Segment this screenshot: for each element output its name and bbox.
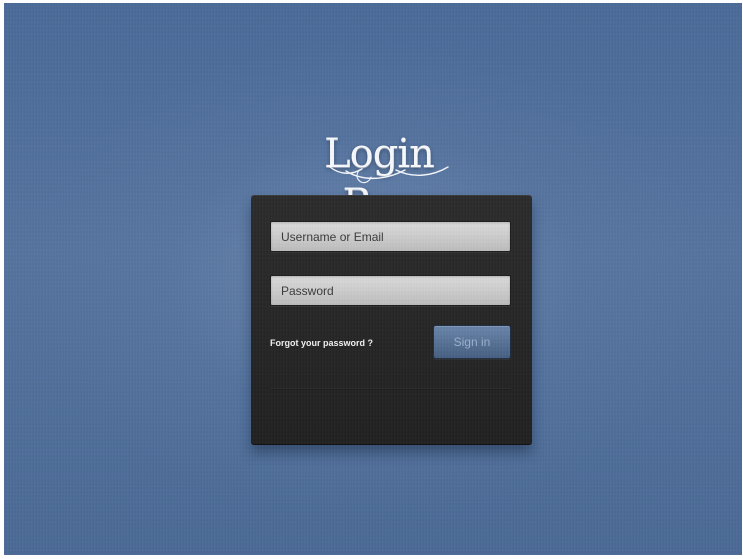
forgot-password-link[interactable]: Forgot your password ?: [270, 338, 373, 348]
login-box-logo: Login Box: [282, 129, 476, 227]
background: Login Box Forgot your password ? Sign in: [4, 3, 742, 555]
script-flourish-icon: [329, 166, 449, 184]
password-input[interactable]: [270, 275, 511, 306]
login-screen: Login Box Forgot your password ? Sign in: [0, 0, 743, 559]
panel-footer-area: [270, 391, 511, 430]
login-panel: Forgot your password ? Sign in: [251, 195, 532, 445]
panel-divider: [270, 388, 511, 389]
sign-in-button[interactable]: Sign in: [433, 325, 511, 359]
username-input[interactable]: [270, 221, 511, 252]
